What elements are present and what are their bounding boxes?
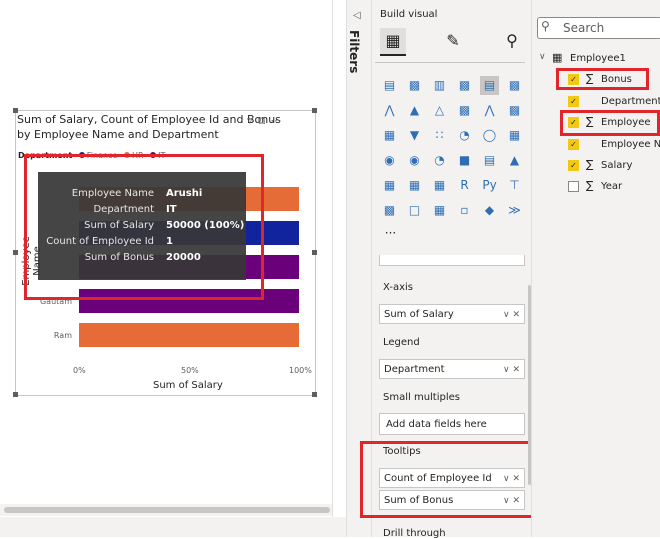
filter-icon[interactable]: ▿ (247, 114, 253, 127)
field-checkbox-employee-name[interactable]: ✓ (568, 139, 579, 150)
100-stacked-bar-chart-icon[interactable]: ▤ (480, 76, 499, 95)
matrix-icon[interactable]: ▦ (430, 176, 449, 195)
clustered-bar-chart-icon[interactable]: ▥ (430, 76, 449, 95)
scatter-chart-icon[interactable]: ∷ (430, 126, 449, 145)
build-visual-title: Build visual (380, 9, 438, 20)
visual-header-icons: ▿ ⧉ ⋯ (247, 114, 286, 128)
area-chart-icon[interactable]: ▲ (405, 101, 424, 120)
build-visual-tab[interactable]: ▦ (380, 28, 406, 56)
highlight-box-employee-id (560, 110, 660, 136)
field-checkbox-year[interactable] (568, 181, 579, 192)
more-options-icon[interactable]: ⋯ (270, 114, 281, 127)
100-stacked-column-chart-icon[interactable]: ▩ (505, 76, 524, 95)
bar-segment[interactable] (79, 323, 299, 347)
field-employee-name[interactable]: Employee Name (601, 139, 660, 150)
resize-handle[interactable] (312, 392, 317, 397)
field-checkbox-salary[interactable]: ✓ (568, 160, 579, 171)
small-multiples-drop-zone[interactable]: Add data fields here (379, 413, 525, 435)
funnel-chart-icon[interactable]: ▼ (405, 126, 424, 145)
resize-handle[interactable] (13, 250, 18, 255)
sigma-icon: ∑ (586, 179, 594, 192)
x-axis-well-heading: X-axis (383, 282, 413, 293)
kpi-icon[interactable]: ▲ (505, 151, 524, 170)
well-box-partial (379, 255, 525, 266)
filters-pane-label[interactable]: Filters (347, 30, 361, 73)
highlight-box-bonus (556, 68, 649, 90)
clustered-column-chart-icon[interactable]: ▩ (455, 76, 474, 95)
x-tick-label: 0% (73, 366, 86, 375)
analytics-tab[interactable]: ⚲ (499, 28, 525, 54)
qa-icon[interactable]: □ (405, 201, 424, 220)
stacked-bar-chart-icon[interactable]: ▤ (380, 76, 399, 95)
chevron-down-icon[interactable]: ∨ ✕ (503, 305, 520, 325)
field-pill-label: Sum of Salary (384, 309, 454, 320)
resize-handle[interactable] (13, 392, 18, 397)
chevron-down-icon[interactable]: ∨ ✕ (503, 360, 520, 380)
x-tick-label: 50% (181, 366, 199, 375)
drill-through-heading: Drill through (383, 528, 446, 539)
line-clustered-column-icon[interactable]: ⋀ (480, 101, 499, 120)
resize-handle[interactable] (312, 250, 317, 255)
power-apps-icon[interactable]: ◆ (480, 201, 499, 220)
y-tick-label: Ram (53, 331, 72, 340)
line-chart-icon[interactable]: ⋀ (380, 101, 399, 120)
treemap-icon[interactable]: ▦ (505, 126, 524, 145)
search-icon: ⚲ (541, 19, 550, 33)
table-name[interactable]: Employee1 (570, 53, 626, 64)
highlight-box-tooltip (24, 154, 264, 300)
x-axis-title: Sum of Salary (153, 380, 223, 391)
power-automate-icon[interactable]: ≫ (505, 201, 524, 220)
page-strip (0, 517, 346, 537)
pie-chart-icon[interactable]: ◔ (455, 126, 474, 145)
horizontal-scrollbar-thumb[interactable] (4, 507, 330, 513)
drop-zone-placeholder: Add data fields here (386, 419, 487, 430)
decomposition-tree-icon[interactable]: ▩ (380, 201, 399, 220)
card-icon[interactable]: ■ (455, 151, 474, 170)
x-tick-label: 100% (289, 366, 312, 375)
small-multiples-well-heading: Small multiples (383, 392, 460, 403)
focus-mode-icon[interactable]: ⧉ (258, 114, 266, 127)
divider (375, 62, 525, 63)
waterfall-chart-icon[interactable]: ▦ (380, 126, 399, 145)
table-icon[interactable]: ▦ (405, 176, 424, 195)
donut-chart-icon[interactable]: ◯ (480, 126, 499, 145)
line-column-chart-icon[interactable]: ▩ (455, 101, 474, 120)
resize-handle[interactable] (312, 108, 317, 113)
stacked-column-chart-icon[interactable]: ▩ (405, 76, 424, 95)
search-placeholder[interactable]: Search (563, 21, 604, 35)
stacked-area-chart-icon[interactable]: △ (430, 101, 449, 120)
multi-row-card-icon[interactable]: ▤ (480, 151, 499, 170)
x-axis-field-sum-of-salary[interactable]: Sum of Salary ∨ ✕ (379, 304, 525, 324)
format-visual-tab[interactable]: ✎ (440, 28, 466, 54)
field-year[interactable]: Year (601, 181, 622, 192)
map-icon[interactable]: ◉ (380, 151, 399, 170)
filter-icon[interactable]: ◁ (353, 10, 361, 21)
field-checkbox-department[interactable]: ✓ (568, 96, 579, 107)
field-salary[interactable]: Salary (601, 160, 632, 171)
slicer-icon[interactable]: ▦ (380, 176, 399, 195)
more-visuals-button[interactable]: ··· (381, 224, 400, 243)
field-department[interactable]: Department (601, 96, 660, 107)
paginated-report-icon[interactable]: ▫ (455, 201, 474, 220)
gauge-icon[interactable]: ◔ (430, 151, 449, 170)
filled-map-icon[interactable]: ◉ (405, 151, 424, 170)
field-pill-label: Department (384, 364, 445, 375)
legend-field-department[interactable]: Department ∨ ✕ (379, 359, 525, 379)
narrative-icon[interactable]: ▦ (430, 201, 449, 220)
canvas-divider (332, 0, 333, 537)
ribbon-chart-icon[interactable]: ▩ (505, 101, 524, 120)
legend-well-heading: Legend (383, 337, 420, 348)
key-influencers-icon[interactable]: ⊤ (505, 176, 524, 195)
chevron-down-icon[interactable]: ∨ (539, 52, 546, 62)
python-visual-icon[interactable]: Py (480, 176, 499, 195)
table-icon: ▦ (552, 51, 563, 64)
sigma-icon: ∑ (586, 158, 594, 171)
r-visual-icon[interactable]: R (455, 176, 474, 195)
